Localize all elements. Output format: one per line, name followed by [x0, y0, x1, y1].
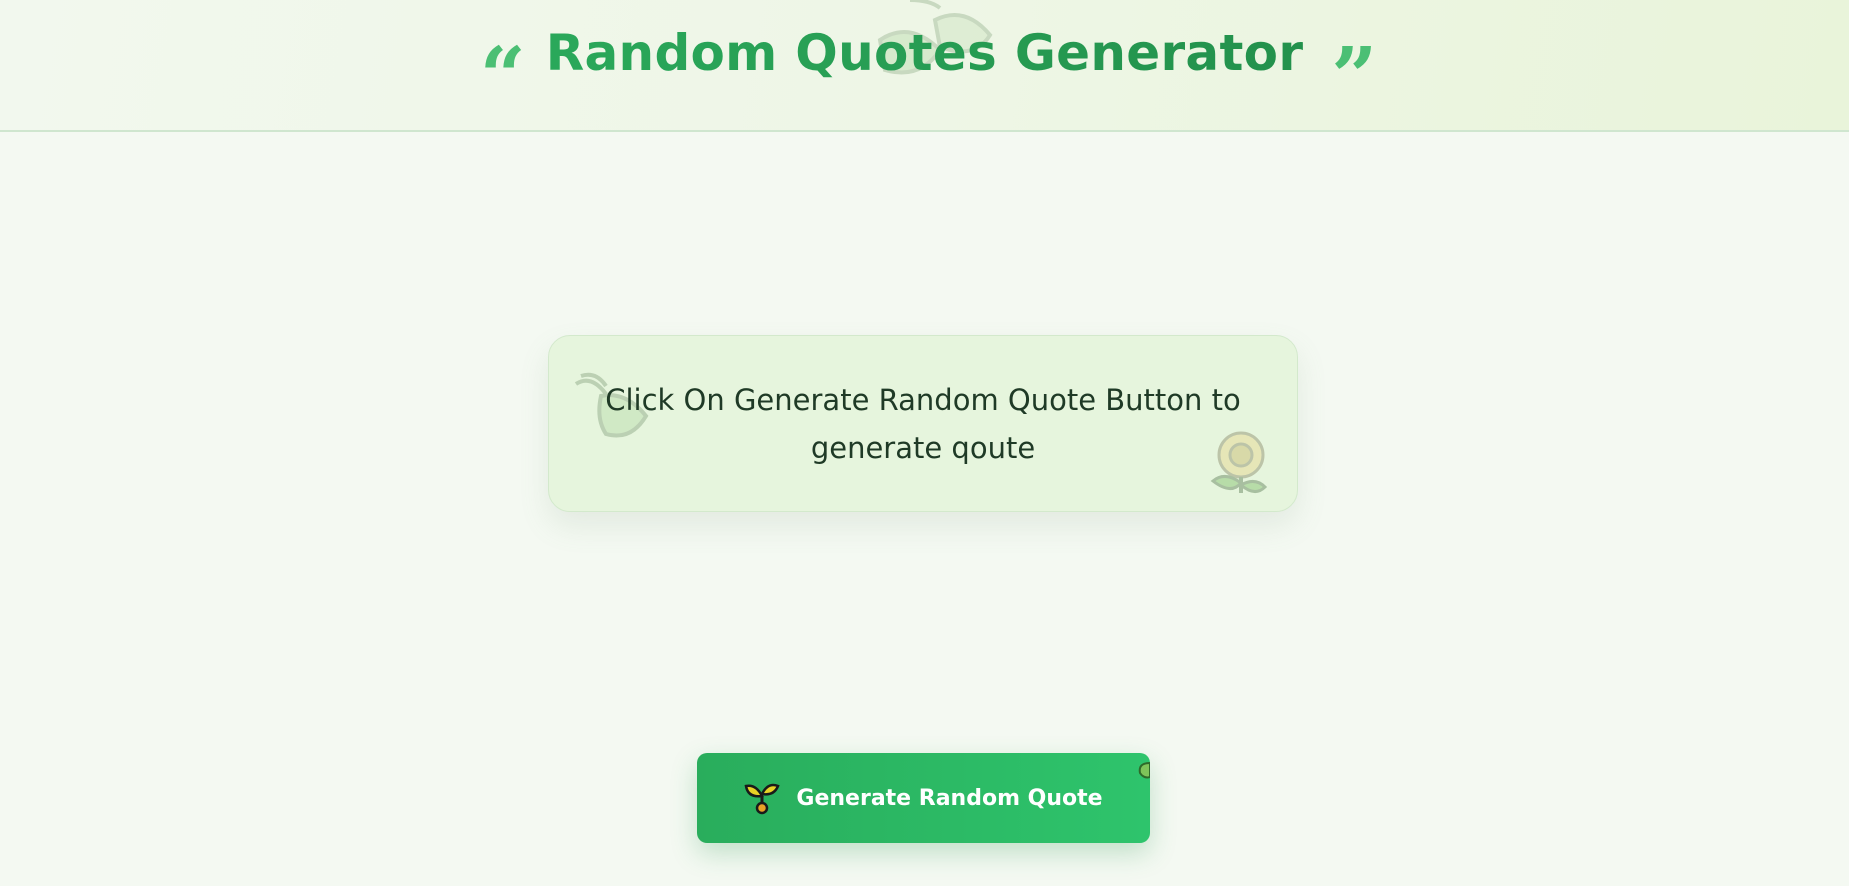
quote-text: Click On Generate Random Quote Button to…	[605, 382, 1241, 465]
page-title: Random Quotes Generator	[546, 18, 1304, 88]
page-header: “ Random Quotes Generator ”	[0, 0, 1849, 132]
generate-button-label: Generate Random Quote	[796, 785, 1103, 811]
seedling-icon	[744, 783, 781, 815]
quote-card: Click On Generate Random Quote Button to…	[548, 335, 1298, 512]
title-row: “ Random Quotes Generator ”	[0, 18, 1849, 116]
generate-random-quote-button[interactable]: Generate Random Quote	[697, 753, 1150, 843]
opening-quote-icon: “	[479, 29, 526, 123]
leaf-icon	[1138, 761, 1150, 779]
closing-quote-icon: ”	[1331, 29, 1377, 123]
